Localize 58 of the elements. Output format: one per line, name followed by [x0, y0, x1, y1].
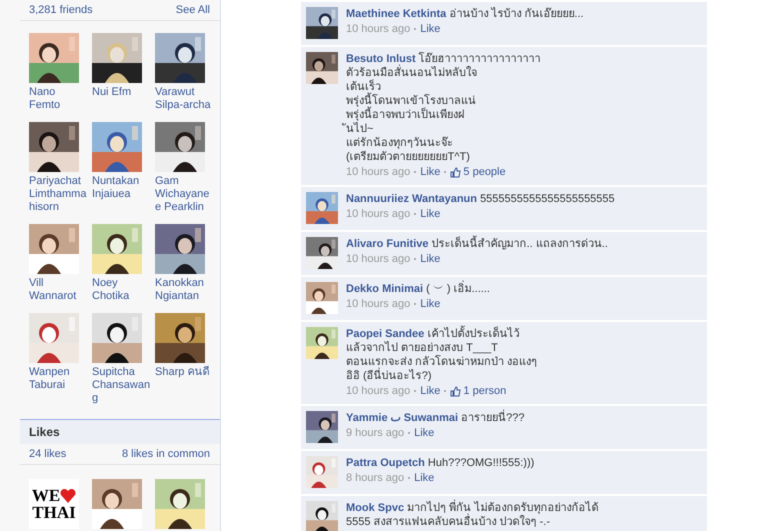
friend-count[interactable]: 3,281 friends	[29, 3, 93, 17]
friend-name[interactable]: Nano Femto	[29, 86, 89, 112]
likes-header: Likes	[20, 419, 220, 444]
friend-name[interactable]: Varawut Silpa-archa	[155, 86, 215, 112]
friend-name[interactable]: Supitcha Chansawang	[92, 366, 152, 405]
see-all-link[interactable]: See All	[176, 3, 210, 17]
friend-name[interactable]: Gam Wichayanee Pearklin	[155, 175, 215, 214]
friend-name[interactable]: Nuntakan Injaiuea	[92, 175, 152, 201]
timestamp: 10 hours ago	[346, 22, 410, 36]
timestamp: 10 hours ago	[346, 384, 410, 398]
like-link[interactable]: Like	[414, 471, 434, 485]
logo-text: THAI	[32, 504, 76, 521]
comment-text: Mook Spvc มากไปๆ พี่กัน ไม่ต้องกดรับทุกอย่างก้อได้ 5555 สงสารแฟนคลับคนอื่นบ้าง ปวดใจๆ -.-	[346, 501, 598, 529]
like-link[interactable]: Like	[420, 22, 440, 36]
like-link[interactable]: Like	[420, 165, 440, 179]
heart-icon	[60, 488, 76, 502]
timestamp: 10 hours ago	[346, 165, 410, 179]
friend-name[interactable]: Kanokkan Ngiantan	[155, 277, 215, 303]
timestamp: 8 hours ago	[346, 471, 404, 485]
thumbs-up-icon	[450, 166, 462, 178]
separator-dot-icon	[414, 390, 416, 392]
comment-text: Alivaro Funitive ประเด็นนี้สำคัญมาก.. แถลงการด่วน..	[346, 237, 608, 251]
likes-count-link[interactable]: 5 people	[463, 165, 506, 179]
separator-dot-icon	[408, 477, 410, 479]
logo-text: WE	[32, 487, 60, 504]
separator-dot-icon	[414, 28, 416, 30]
separator-dot-icon	[414, 258, 416, 260]
comment-text: Nannuuriiez Wantayanun 5555555555555555555555	[346, 192, 615, 206]
likes-count[interactable]: 24 likes	[29, 447, 66, 461]
friend-name[interactable]: Pariyachat Limthammahisorn	[29, 175, 89, 214]
like-link[interactable]: Like	[420, 384, 440, 398]
like-link[interactable]: Like	[420, 252, 440, 266]
comment-text: Paopei Sandee เค้าไปตั้งประเด็นไว้ แล้วจากไป ตายอย่างสงบ T___T ตอนแรกจะส่ง กลัวโดนฆ่าหมกป่า งอแงๆ อิอิ (อีนี่บ่นอะไร?)	[346, 327, 538, 383]
friend-name[interactable]: Nui Efm	[92, 86, 152, 99]
comment-text: Dekko Minimai ( ︶ ) เอิ่ม......	[346, 282, 490, 296]
timestamp: 10 hours ago	[346, 207, 410, 221]
comment-text: Pattra Oupetch Huh???OMG!!!555:)))	[346, 456, 534, 470]
timestamp: 10 hours ago	[346, 297, 410, 311]
friend-name[interactable]: Wanpen Taburai	[29, 366, 89, 392]
friend-name[interactable]: Sharp คนดี	[155, 366, 215, 379]
separator-dot-icon	[408, 432, 410, 434]
timestamp: 10 hours ago	[346, 252, 410, 266]
page-logo[interactable]: WE THAI	[29, 479, 79, 529]
separator-dot-icon	[414, 171, 416, 173]
likes-in-common-link[interactable]: 8 likes in common	[122, 447, 210, 461]
friend-name[interactable]: Vill Wannarot	[29, 277, 89, 303]
separator-dot-icon	[414, 303, 416, 305]
separator-dot-icon	[414, 213, 416, 215]
timestamp: 9 hours ago	[346, 426, 404, 440]
comment-text: Maethinee Ketkinta อ่านบ้าง ไรบ้าง กันเอ๊ยยยย...	[346, 7, 584, 21]
friend-name[interactable]: Noey Chotika	[92, 277, 152, 303]
like-link[interactable]: Like	[414, 426, 434, 440]
likes-count-link[interactable]: 1 person	[463, 384, 506, 398]
separator-dot-icon	[444, 171, 446, 173]
like-link[interactable]: Like	[420, 297, 440, 311]
like-link[interactable]: Like	[420, 207, 440, 221]
separator-dot-icon	[444, 390, 446, 392]
thumbs-up-icon	[450, 386, 462, 396]
